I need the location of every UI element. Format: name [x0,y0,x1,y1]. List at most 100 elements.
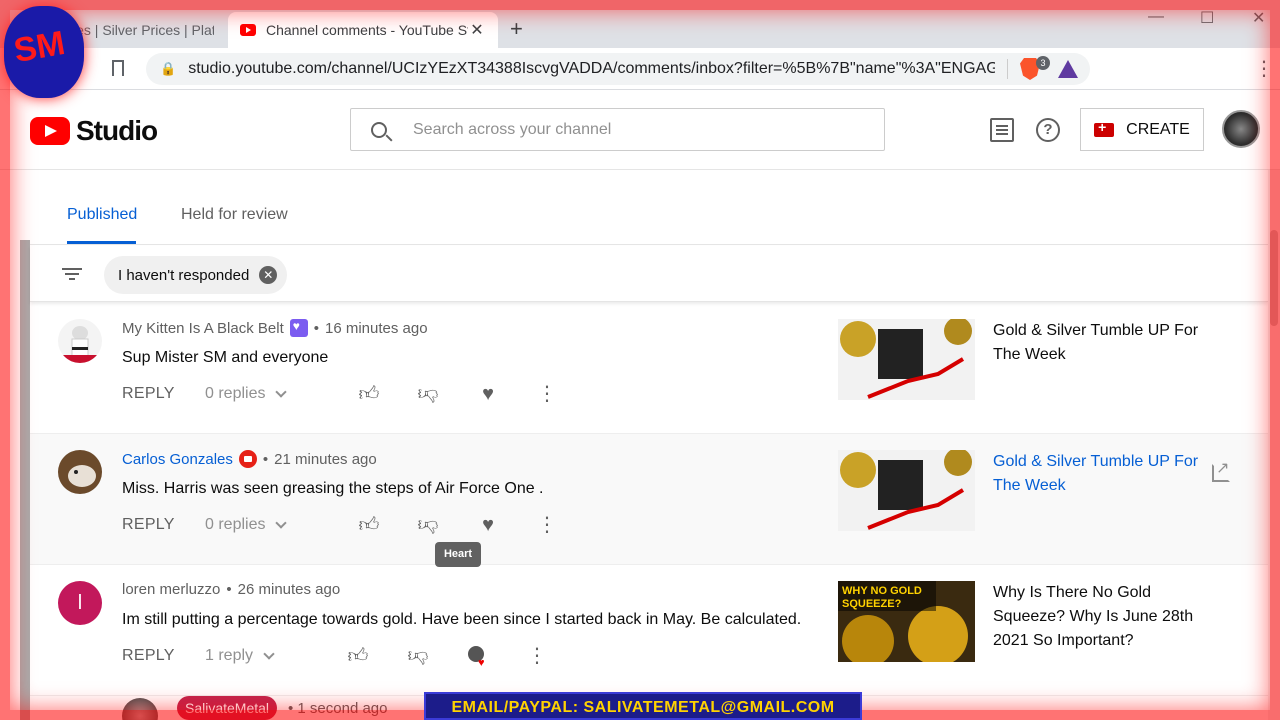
owner-avatar[interactable] [122,698,158,720]
comment-time[interactable]: 21 minutes ago [274,451,377,468]
thumbs-down-icon[interactable]: 👍︎ [407,645,429,667]
replies-count: 1 reply [205,647,254,664]
comment-row: l loren merluzzo • 26 minutes ago Im sti… [30,565,1268,696]
avatar[interactable] [58,450,102,494]
comment-time[interactable]: 16 minutes ago [325,320,428,337]
comment-text: Miss. Harris was seen greasing the steps… [122,480,544,497]
comment-time[interactable]: 26 minutes ago [238,581,341,598]
create-video-icon [1094,119,1115,137]
comments-panel: Published Held for review I haven't resp… [30,170,1268,720]
comments-tabs: Published Held for review [30,170,1268,245]
reply-button[interactable]: REPLY [122,647,175,665]
avatar[interactable]: l [58,581,102,625]
search-input[interactable]: Search across your channel [350,108,885,151]
thumbnail-image [838,319,975,400]
scrollbar-thumb[interactable] [1270,230,1278,326]
comment-author[interactable]: My Kitten Is A Black Belt [122,320,284,337]
chevron-down-icon [275,386,288,398]
browser-menu-icon[interactable]: ⋮ [1254,56,1274,82]
video-title[interactable]: Gold & Silver Tumble UP For The Week [993,319,1203,367]
feedback-icon[interactable] [990,118,1014,142]
more-options-icon[interactable]: ⋮ [536,514,558,536]
thumbs-down-icon[interactable]: 👍︎ [417,383,439,405]
creator-heart-icon[interactable]: ♥ [467,645,489,669]
comment-meta: loren merluzzo • 26 minutes ago [122,581,340,598]
omnibox[interactable]: 🔒 studio.youtube.com/channel/UCIzYEzXT34… [146,53,1090,85]
chevron-down-icon [263,648,275,660]
create-button[interactable]: CREATE [1080,108,1204,151]
studio-logo[interactable]: Studio [30,115,158,147]
maximize-icon[interactable]: ☐ [1200,8,1214,28]
tab-held-for-review[interactable]: Held for review [181,206,288,224]
reply-button[interactable]: REPLY [122,516,175,534]
separator-dot: • [313,319,319,337]
avatar[interactable] [58,319,102,363]
new-tab-button[interactable]: + [510,16,523,42]
video-thumbnail[interactable]: WHY NO GOLD SQUEEZE? [838,581,975,662]
address-bar: 🔒 studio.youtube.com/channel/UCIzYEzXT34… [0,48,1280,90]
comment-row: Carlos Gonzales • 21 minutes ago Miss. H… [30,434,1268,565]
thumbs-up-icon[interactable]: 👍︎ [358,383,380,405]
remove-filter-icon[interactable]: ✕ [259,266,278,284]
brave-rewards-icon[interactable] [1058,60,1078,78]
window-close-icon[interactable]: ✕ [1252,8,1265,28]
filter-chip[interactable]: I haven't responded ✕ [104,256,288,294]
video-title[interactable]: Why Is There No Gold Squeeze? Why Is Jun… [993,581,1203,653]
filter-icon[interactable] [62,268,82,280]
thumbs-up-icon[interactable]: 👍︎ [358,514,380,536]
owner-name-chip[interactable]: SalivateMetal [177,696,278,720]
account-avatar[interactable] [1222,110,1260,148]
email-banner: EMAIL/PAYPAL: SALIVATEMETAL@GMAIL.COM [424,692,862,720]
filter-chip-label: I haven't responded [118,266,250,284]
create-label: CREATE [1126,120,1190,138]
reply-time: • 1 second ago [288,700,388,717]
thumbs-down-icon[interactable]: 👍︎ [417,514,439,536]
heart-icon[interactable]: ♥ [477,383,499,405]
comment-text: Im still putting a percentage towards go… [122,611,802,628]
url-text[interactable]: studio.youtube.com/channel/UCIzYEzXT3438… [188,60,995,78]
svg-text:♥: ♥ [478,657,485,667]
heart-icon[interactable]: ♥ [477,514,499,536]
video-thumbnail[interactable] [838,450,975,531]
tab-close-icon[interactable]: ✕ [468,20,486,40]
search-icon [371,121,387,138]
replies-count: 0 replies [205,385,266,402]
shields-count-badge: 3 [1036,56,1050,70]
browser-tab-studio[interactable]: Channel comments - YouTube Studio ✕ [228,12,498,48]
help-icon[interactable]: ? [1036,118,1060,142]
divider [1007,59,1008,79]
youtube-logo-icon [30,117,70,145]
more-options-icon[interactable]: ⋮ [526,645,548,667]
filter-bar: I haven't responded ✕ [30,246,1268,302]
video-title[interactable]: Gold & Silver Tumble UP For The Week [993,450,1203,498]
comment-meta: Carlos Gonzales • 21 minutes ago [122,450,377,468]
minimize-icon[interactable]: — [1148,8,1164,26]
more-options-icon[interactable]: ⋮ [536,383,558,405]
creator-badge-icon [238,450,257,468]
logo-text: Studio [76,115,158,146]
reply-button[interactable]: REPLY [122,385,175,403]
video-thumbnail[interactable] [838,319,975,400]
comment-author[interactable]: loren merluzzo [122,581,220,598]
tab-published[interactable]: Published [67,206,137,224]
replies-count: 0 replies [205,516,266,533]
open-external-icon[interactable] [1212,458,1230,482]
comment-meta: My Kitten Is A Black Belt • 16 minutes a… [122,319,428,337]
replies-dropdown[interactable]: 1 reply [205,647,275,665]
replies-dropdown[interactable]: 0 replies [205,385,288,403]
comment-row: My Kitten Is A Black Belt • 16 minutes a… [30,303,1268,434]
separator-dot: • [226,581,232,598]
member-badge-icon [289,319,308,337]
comment-text: Sup Mister SM and everyone [122,349,329,366]
avatar-image [58,450,102,494]
creator-heart-avatar: ♥ [468,646,485,669]
replies-dropdown[interactable]: 0 replies [205,516,288,534]
thumbnail-caption: SQUEEZE? [842,598,902,610]
heart-tooltip: Heart [435,542,481,567]
thumbs-up-icon[interactable]: 👍︎ [347,645,369,667]
comment-author[interactable]: Carlos Gonzales [122,451,233,468]
tab-title: Channel comments - YouTube Studio [266,22,468,38]
bookmark-icon[interactable] [112,60,124,76]
active-tab-indicator [67,241,136,244]
lock-icon: 🔒 [160,61,177,76]
